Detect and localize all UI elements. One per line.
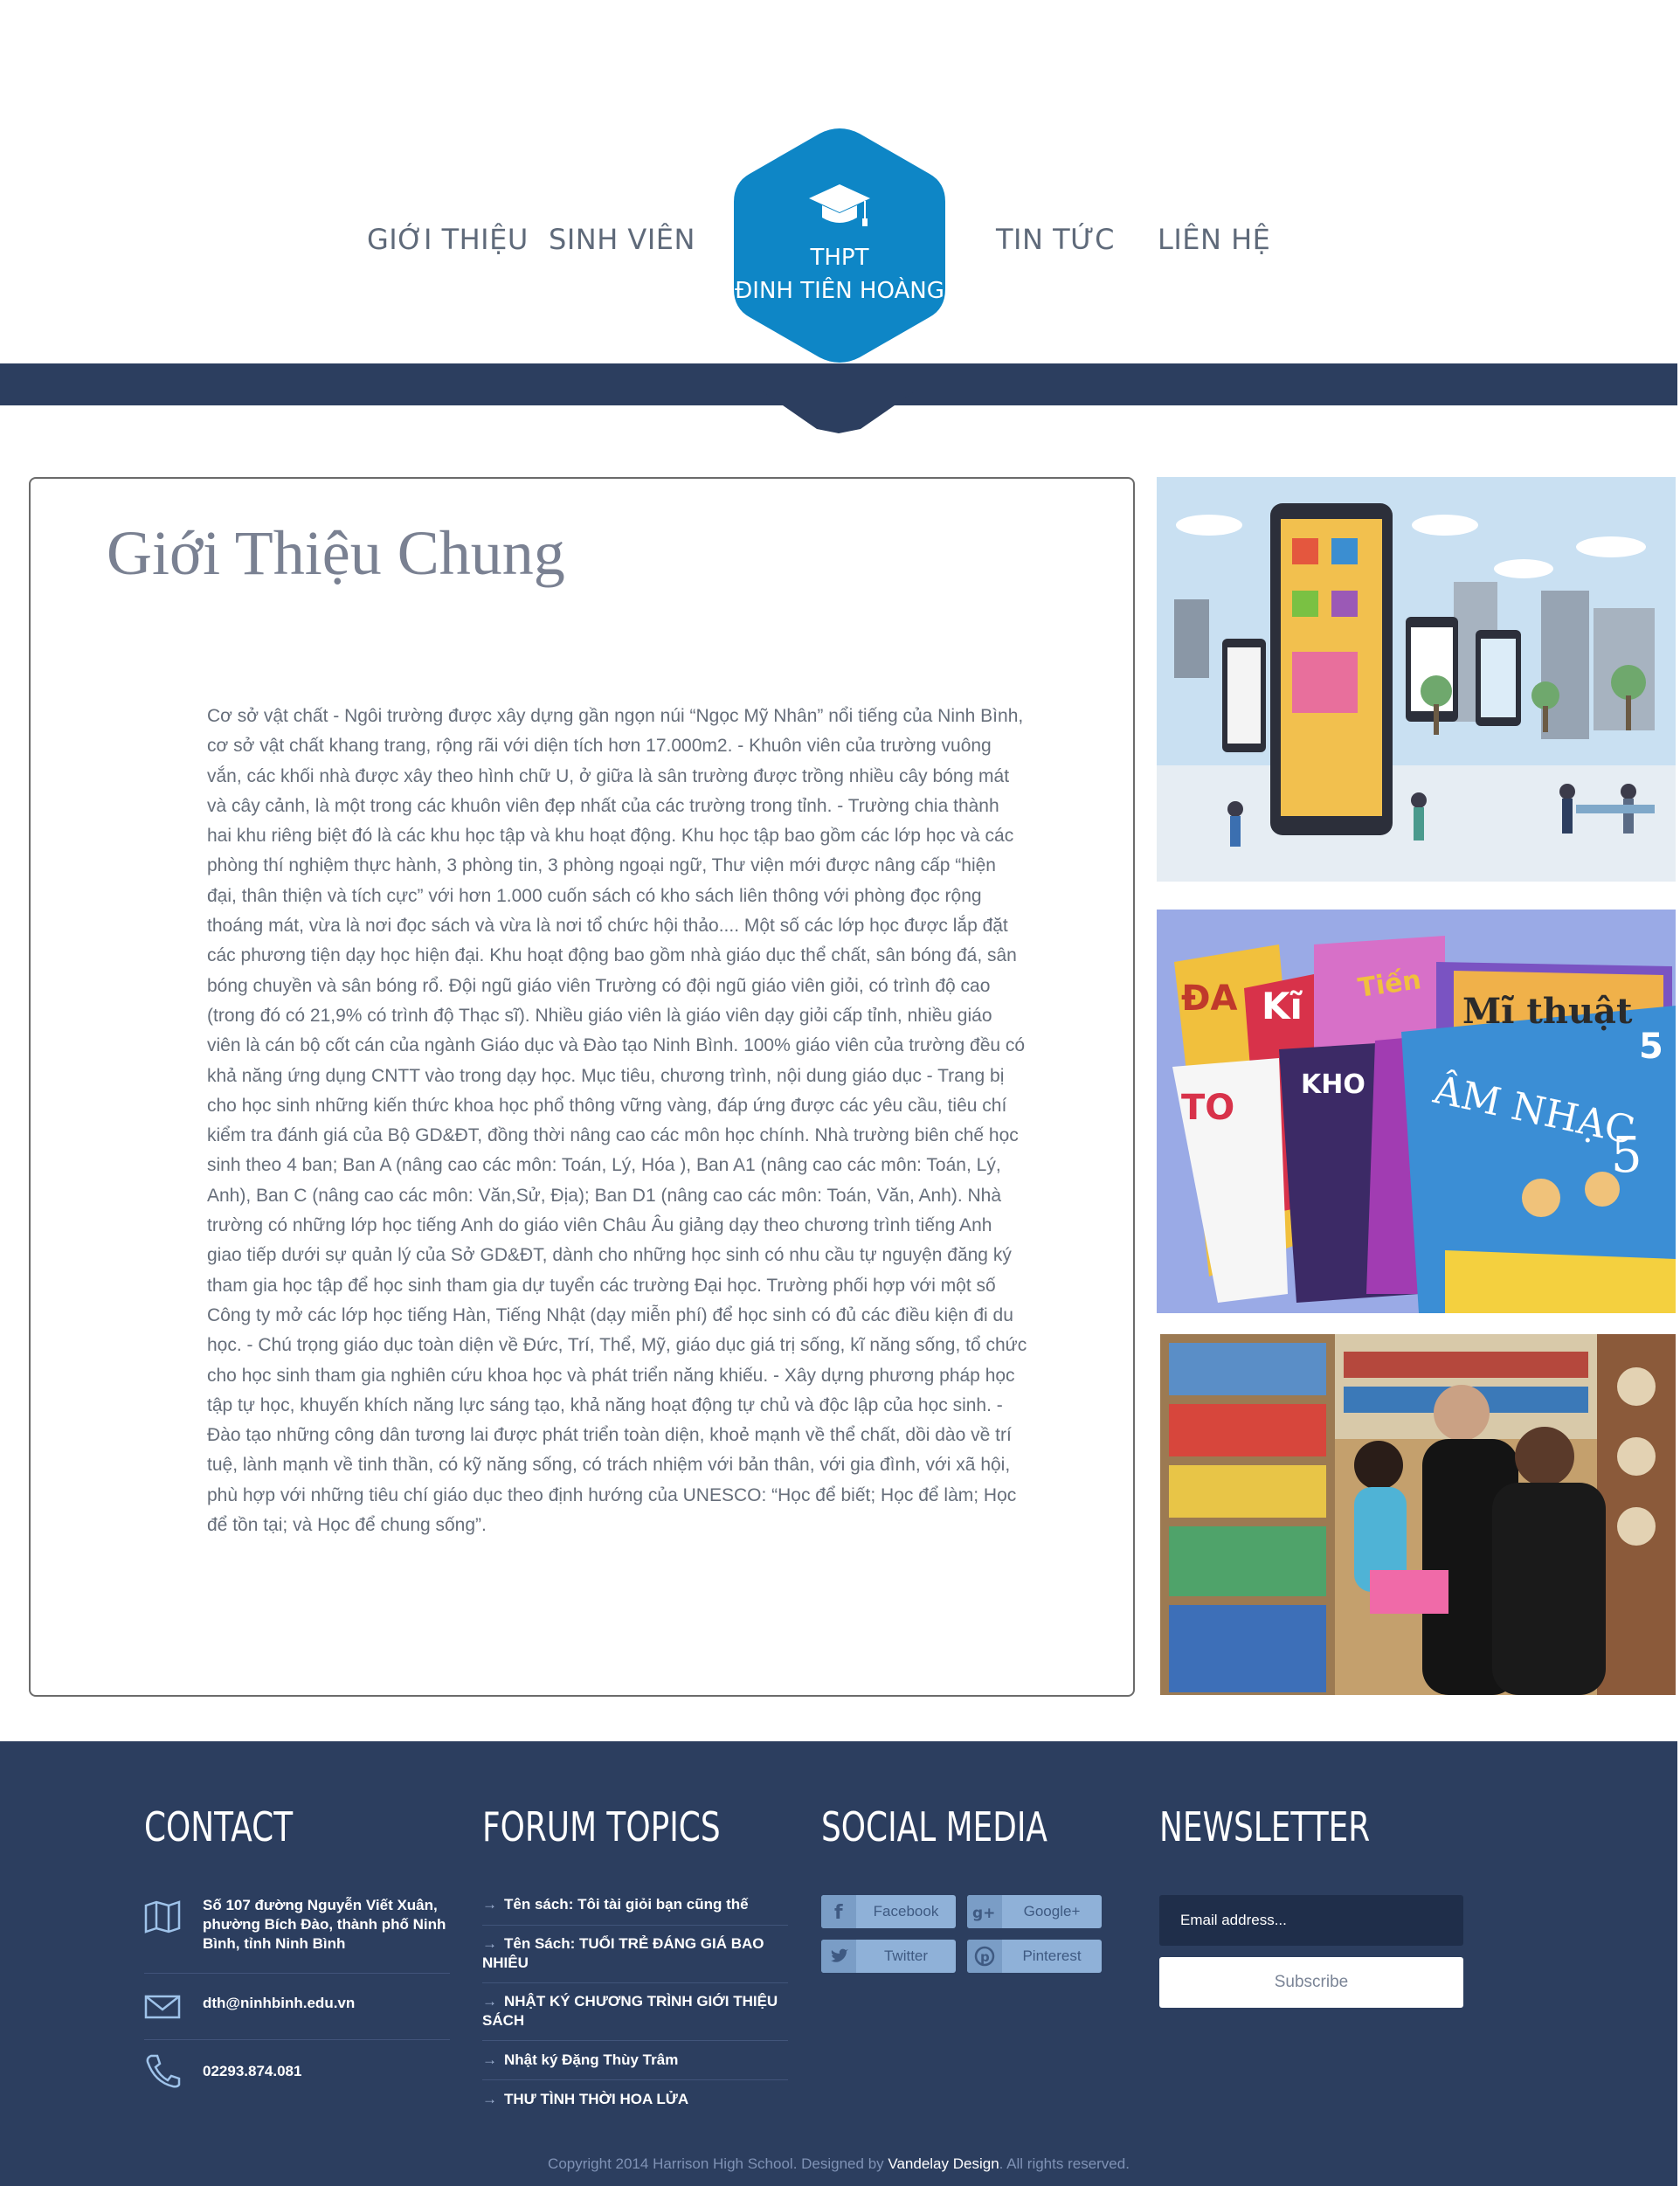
forum-topic-label: Tên Sách: TUỔI TRẺ ĐÁNG GIÁ BAO NHIÊU bbox=[482, 1935, 764, 1971]
pinterest-button[interactable]: p Pinterest bbox=[967, 1940, 1102, 1973]
sidebar-image-bookstore bbox=[1160, 1334, 1676, 1695]
contact-address: Số 107 đường Nguyễn Viết Xuân, phường Bí… bbox=[203, 1897, 446, 1952]
footer-newsletter-heading: NEWSLETTER bbox=[1159, 1803, 1371, 1850]
contact-email[interactable]: dth@ninhbinh.edu.vn bbox=[203, 1994, 465, 2013]
twitter-button[interactable]: Twitter bbox=[821, 1940, 956, 1973]
forum-topic-label: NHẬT KÝ CHƯƠNG TRÌNH GIỚI THIỆU SÁCH bbox=[482, 1993, 778, 2029]
twitter-icon bbox=[821, 1940, 856, 1973]
forum-topic-5[interactable]: → THƯ TÌNH THỜI HOA LỬA bbox=[482, 2090, 788, 2109]
forum-divider-3 bbox=[482, 2040, 788, 2041]
copyright-suffix: . All rights reserved. bbox=[999, 2155, 1130, 2172]
forum-divider-1 bbox=[482, 1925, 788, 1926]
svg-text:g+: g+ bbox=[972, 1905, 995, 1922]
forum-topic-1[interactable]: → Tên sách: Tôi tài giỏi bạn cũng thế bbox=[482, 1895, 788, 1914]
copyright: Copyright 2014 Harrison High School. Des… bbox=[0, 2155, 1677, 2173]
forum-topic-label: THƯ TÌNH THỜI HOA LỬA bbox=[504, 2091, 689, 2107]
book-grade-5-top: 5 bbox=[1639, 1027, 1663, 1067]
facebook-label: Facebook bbox=[873, 1903, 939, 1920]
contact-divider-2 bbox=[144, 2039, 450, 2040]
twitter-label: Twitter bbox=[883, 1947, 929, 1964]
facebook-icon: f bbox=[821, 1895, 856, 1928]
map-icon bbox=[144, 1900, 181, 1934]
contact-divider-1 bbox=[144, 1973, 450, 1974]
sidebar-image-textbooks: ĐA Kĩ Tiến Mĩ thuật 5 TO KHO ÂM NHẠC 5 bbox=[1157, 910, 1676, 1313]
forum-divider-4 bbox=[482, 2079, 788, 2080]
forum-topic-2[interactable]: → Tên Sách: TUỔI TRẺ ĐÁNG GIÁ BAO NHIÊU bbox=[482, 1934, 788, 1973]
arrow-right-icon: → bbox=[482, 1935, 497, 1952]
google-plus-icon: g+ bbox=[967, 1895, 1002, 1928]
footer-contact-heading: CONTACT bbox=[144, 1803, 294, 1850]
book-text-to: TO bbox=[1181, 1088, 1234, 1128]
arrow-right-icon: → bbox=[482, 1896, 497, 1913]
svg-text:f: f bbox=[834, 1902, 843, 1924]
copyright-prefix: Copyright 2014 Harrison High School. Des… bbox=[548, 2155, 888, 2172]
intro-body-text: Cơ sở vật chất - Ngôi trường được xây dự… bbox=[207, 706, 1027, 1536]
newsletter-email-input[interactable] bbox=[1159, 1895, 1463, 1946]
book-text-kho: KHO bbox=[1301, 1069, 1365, 1100]
forum-divider-2 bbox=[482, 1982, 788, 1983]
forum-topic-label: Tên sách: Tôi tài giỏi bạn cũng thế bbox=[504, 1896, 749, 1913]
arrow-right-icon: → bbox=[482, 1993, 497, 2010]
forum-topic-label: Nhật ký Đặng Thùy Trâm bbox=[504, 2051, 679, 2068]
forum-topic-4[interactable]: → Nhật ký Đặng Thùy Trâm bbox=[482, 2051, 788, 2070]
logo-line-2: ĐINH TIÊN HOÀNG bbox=[735, 278, 944, 304]
nav-sinh-vien[interactable]: SINH VIÊN bbox=[549, 223, 695, 256]
book-grade-5: 5 bbox=[1611, 1127, 1642, 1184]
arrow-right-icon: → bbox=[482, 2091, 497, 2107]
pinterest-label: Pinterest bbox=[1022, 1947, 1082, 1964]
google-plus-button[interactable]: g+ Google+ bbox=[967, 1895, 1102, 1928]
nav-gioi-thieu[interactable]: GIỚI THIỆU bbox=[367, 223, 529, 256]
designer-credit-link[interactable]: Vandelay Design bbox=[888, 2155, 999, 2172]
book-text-ki: Kĩ bbox=[1262, 985, 1303, 1027]
arrow-right-icon: → bbox=[482, 2051, 497, 2068]
nav-tin-tuc[interactable]: TIN TỨC bbox=[996, 223, 1115, 256]
subscribe-button[interactable]: Subscribe bbox=[1159, 1957, 1463, 2008]
pinterest-icon: p bbox=[967, 1940, 1002, 1973]
mail-icon bbox=[144, 1995, 181, 2019]
footer-social-heading: SOCIAL MEDIA bbox=[821, 1803, 1047, 1850]
google-plus-label: Google+ bbox=[1023, 1903, 1081, 1920]
footer-forum-heading: FORUM TOPICS bbox=[482, 1803, 721, 1850]
book-text-mi-thuat: Mĩ thuật bbox=[1462, 991, 1633, 1032]
forum-topic-3[interactable]: → NHẬT KÝ CHƯƠNG TRÌNH GIỚI THIỆU SÁCH bbox=[482, 1992, 788, 2030]
facebook-button[interactable]: f Facebook bbox=[821, 1895, 956, 1928]
book-text-da: ĐA bbox=[1181, 979, 1238, 1019]
sidebar-image-city-illustration bbox=[1157, 477, 1676, 882]
contact-phone[interactable]: 02293.874.081 bbox=[203, 2062, 465, 2081]
nav-lien-he[interactable]: LIÊN HỆ bbox=[1158, 223, 1270, 256]
logo-line-1: THPT bbox=[810, 245, 869, 271]
page-title: Giới Thiệu Chung bbox=[107, 518, 565, 588]
phone-icon bbox=[146, 2054, 181, 2088]
svg-text:p: p bbox=[980, 1949, 990, 1965]
header-chevron bbox=[760, 390, 917, 433]
